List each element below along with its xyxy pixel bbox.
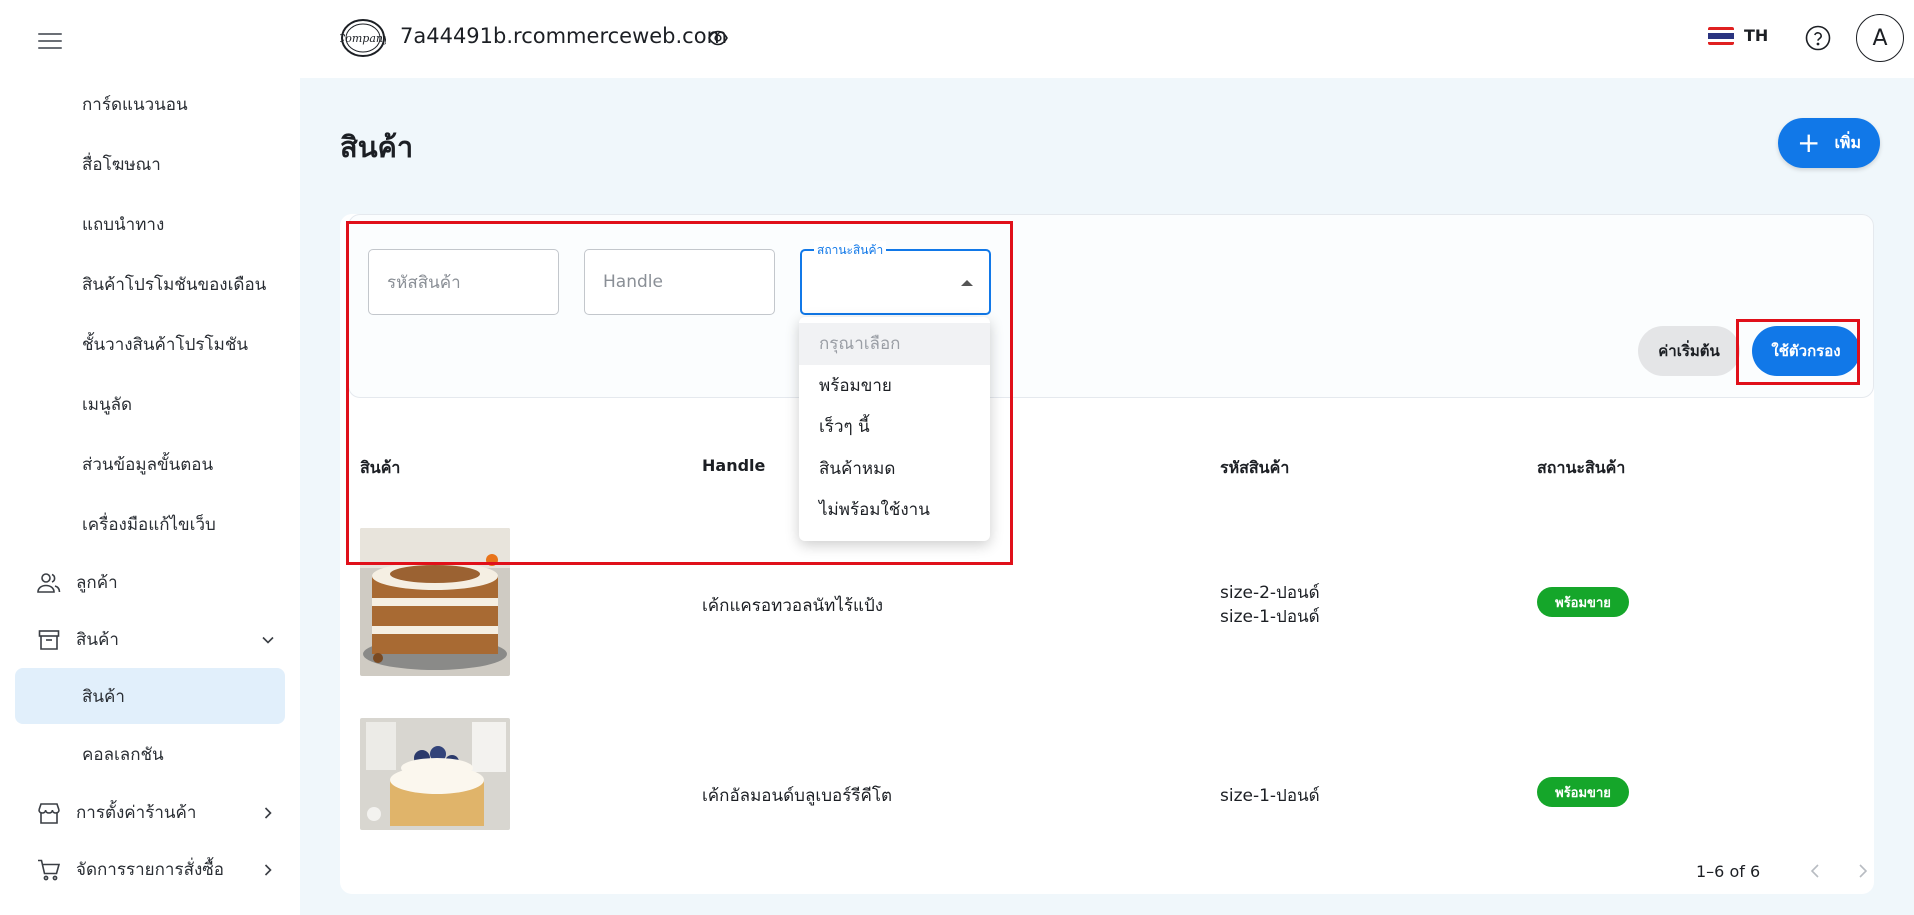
- sidebar-item-label: ส่วนข้อมูลขั้นตอน: [82, 454, 214, 475]
- products-card: รหัสสินค้า Handle สถานะสินค้า ค่าเริ่มต้…: [340, 214, 1874, 894]
- sidebar-item-store-settings[interactable]: การตั้งค่าร้านค้า: [0, 784, 300, 841]
- status-filter-select[interactable]: สถานะสินค้า: [800, 241, 991, 315]
- table-cell-sku: size-1-ปอนด์: [1220, 607, 1320, 627]
- sidebar-item-products[interactable]: สินค้า: [0, 611, 300, 668]
- sidebar-item-customers[interactable]: ลูกค้า: [0, 554, 300, 611]
- dropdown-option-unavailable[interactable]: ไม่พร้อมใช้งาน: [799, 489, 990, 531]
- status-badge: พร้อมขาย: [1537, 777, 1629, 807]
- sidebar-item-label: การ์ดแนวนอน: [82, 94, 188, 115]
- sidebar-item-label: เครื่องมือแก้ไขเว็บ: [82, 514, 216, 535]
- sidebar-item-monthly-promo[interactable]: สินค้าโปรโมชันของเดือน: [0, 254, 300, 314]
- sidebar-item-horizontal-card[interactable]: การ์ดแนวนอน: [0, 74, 300, 134]
- dropdown-option-coming-soon[interactable]: เร็วๆ นี้: [799, 406, 990, 448]
- hamburger-menu-icon[interactable]: [38, 33, 62, 51]
- apply-filter-button[interactable]: ใช้ตัวกรอง: [1752, 326, 1860, 376]
- table-cell-sku: size-1-ปอนด์: [1220, 786, 1320, 806]
- archive-box-icon: [36, 627, 62, 653]
- language-label: TH: [1744, 26, 1769, 45]
- add-button-label: เพิ่ม: [1834, 132, 1862, 152]
- dropdown-option-out-of-stock[interactable]: สินค้าหมด: [799, 448, 990, 490]
- company-logo: Company: [337, 18, 390, 58]
- status-badge: พร้อมขาย: [1537, 587, 1629, 617]
- table-cell-handle: เค้กแครอทวอลนัทไร้แป้ง: [702, 596, 884, 616]
- handle-filter-input[interactable]: Handle: [584, 249, 775, 315]
- sidebar-item-label: สินค้าโปรโมชันของเดือน: [82, 274, 267, 295]
- column-header-sku[interactable]: รหัสสินค้า: [1220, 456, 1289, 481]
- sidebar-item-orders[interactable]: จัดการรายการสั่งซื้อ: [0, 841, 300, 898]
- sidebar-item-navbar[interactable]: แถบนำทาง: [0, 194, 300, 254]
- dropdown-option-ready[interactable]: พร้อมขาย: [799, 365, 990, 407]
- store-icon: [36, 800, 62, 826]
- avatar[interactable]: A: [1856, 14, 1904, 62]
- language-switcher[interactable]: TH: [1708, 26, 1768, 45]
- sidebar-item-label: จัดการรายการสั่งซื้อ: [76, 860, 225, 880]
- plus-icon: +: [1796, 126, 1821, 159]
- sidebar-menu: การ์ดแนวนอน สื่อโฆษณา แถบนำทาง สินค้าโปร…: [0, 74, 300, 898]
- column-header-handle[interactable]: Handle: [702, 456, 765, 475]
- store-domain: 7a44491b.rcommerceweb.com: [400, 24, 728, 48]
- sidebar-item-steps-section[interactable]: ส่วนข้อมูลขั้นตอน: [0, 434, 300, 494]
- filter-panel: รหัสสินค้า Handle สถานะสินค้า ค่าเริ่มต้…: [348, 214, 1874, 398]
- dropdown-option-placeholder[interactable]: กรุณาเลือก: [799, 323, 990, 365]
- sku-placeholder: รหัสสินค้า: [387, 272, 461, 293]
- column-header-product[interactable]: สินค้า: [360, 456, 400, 481]
- product-image-carrot-cake[interactable]: [360, 528, 510, 676]
- add-product-button[interactable]: + เพิ่ม: [1778, 118, 1880, 168]
- chevron-down-icon[interactable]: [260, 632, 276, 648]
- cart-icon: [36, 857, 62, 883]
- sidebar-item-products-list[interactable]: สินค้า: [15, 668, 285, 724]
- status-dropdown-menu: กรุณาเลือก พร้อมขาย เร็วๆ นี้ สินค้าหมด …: [799, 317, 990, 541]
- sidebar-item-collections[interactable]: คอลเลกชัน: [0, 724, 300, 784]
- sidebar-item-label: ลูกค้า: [76, 573, 118, 593]
- thai-flag-icon: [1708, 26, 1734, 45]
- caret-up-icon: [961, 280, 973, 286]
- top-header: Company 7a44491b.rcommerceweb.com TH A: [300, 0, 1914, 78]
- table-cell-handle: เค้กอัลมอนด์บลูเบอร์รีคีโต: [702, 786, 893, 806]
- reset-button[interactable]: ค่าเริ่มต้น: [1638, 326, 1740, 376]
- sidebar-item-label: คอลเลกชัน: [82, 744, 164, 765]
- sidebar-item-ad-media[interactable]: สื่อโฆษณา: [0, 134, 300, 194]
- sidebar-item-label: ชั้นวางสินค้าโปรโมชัน: [82, 334, 249, 355]
- sidebar-item-label: เมนูลัด: [82, 394, 133, 415]
- sidebar-item-label: สินค้า: [82, 686, 125, 707]
- table-cell-sku: size-2-ปอนด์: [1220, 583, 1320, 603]
- help-icon[interactable]: [1805, 25, 1831, 51]
- sidebar-item-web-editor[interactable]: เครื่องมือแก้ไขเว็บ: [0, 494, 300, 554]
- status-field-label: สถานะสินค้า: [814, 241, 887, 260]
- column-header-status[interactable]: สถานะสินค้า: [1537, 456, 1625, 481]
- chevron-right-icon[interactable]: [260, 805, 276, 821]
- sidebar: การ์ดแนวนอน สื่อโฆษณา แถบนำทาง สินค้าโปร…: [0, 0, 300, 915]
- sidebar-item-label: แถบนำทาง: [82, 214, 165, 235]
- handle-placeholder: Handle: [603, 272, 663, 292]
- people-icon: [36, 570, 62, 596]
- pagination-range: 1–6 of 6: [1696, 862, 1761, 881]
- sidebar-item-label: สื่อโฆษณา: [82, 154, 161, 175]
- next-page-icon[interactable]: [1852, 860, 1874, 882]
- page-title: สินค้า: [340, 130, 414, 164]
- sidebar-item-shortcut-menu[interactable]: เมนูลัด: [0, 374, 300, 434]
- product-image-almond-blueberry-cake[interactable]: [360, 718, 510, 830]
- sidebar-item-label: สินค้า: [76, 630, 119, 650]
- prev-page-icon[interactable]: [1804, 860, 1826, 882]
- sidebar-item-label: การตั้งค่าร้านค้า: [76, 803, 197, 823]
- svg-text:Company: Company: [340, 32, 386, 45]
- sku-filter-input[interactable]: รหัสสินค้า: [368, 249, 559, 315]
- sidebar-item-promo-shelf[interactable]: ชั้นวางสินค้าโปรโมชัน: [0, 314, 300, 374]
- eye-icon[interactable]: [708, 30, 728, 46]
- chevron-right-icon[interactable]: [260, 862, 276, 878]
